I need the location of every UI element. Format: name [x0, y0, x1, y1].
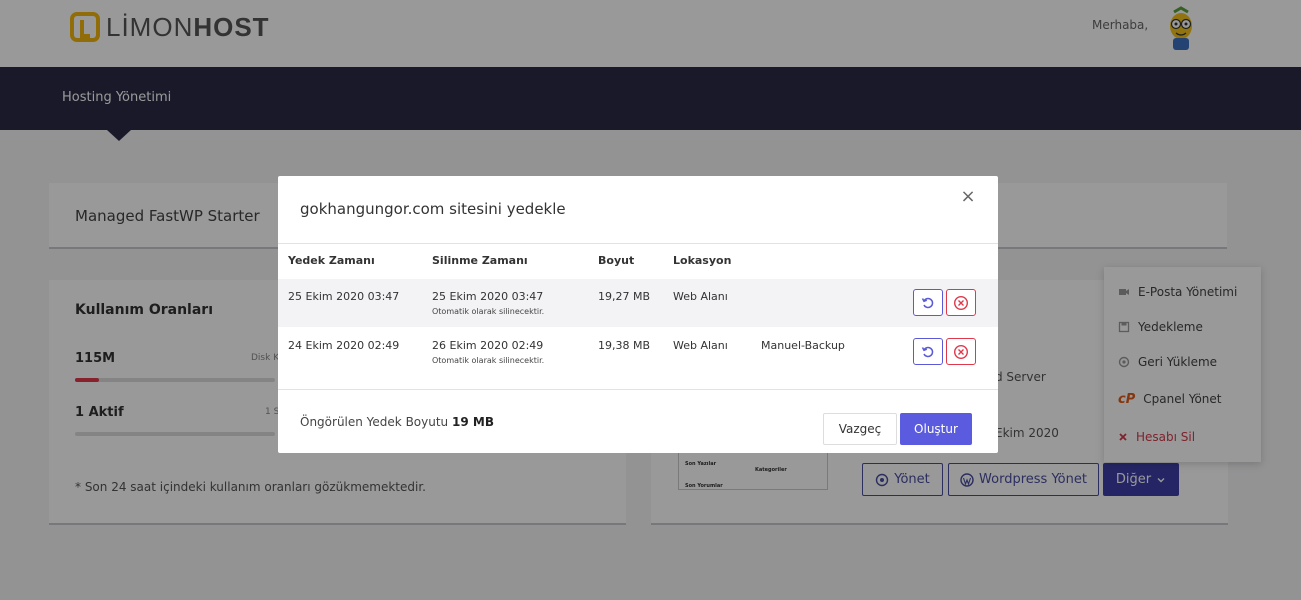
- row-delete-time: 25 Ekim 2020 03:47: [432, 290, 544, 303]
- row-size: 19,27 MB: [598, 290, 651, 303]
- col-header-delete-time: Silinme Zamanı: [432, 254, 528, 267]
- delete-backup-button[interactable]: [946, 289, 976, 316]
- row-backup-time: 24 Ekim 2020 02:49: [288, 339, 400, 352]
- row-location: Web Alanı: [673, 290, 728, 303]
- close-circle-icon: [953, 295, 969, 310]
- col-header-location: Lokasyon: [673, 254, 732, 267]
- col-header-backup-time: Yedek Zamanı: [288, 254, 375, 267]
- estimated-size-label: Öngörülen Yedek Boyutu: [300, 415, 449, 429]
- restore-backup-button[interactable]: [913, 338, 943, 365]
- row-tag: Manuel-Backup: [761, 339, 845, 352]
- modal-header-divider: [278, 243, 998, 244]
- cancel-button[interactable]: Vazgeç: [823, 413, 897, 445]
- estimated-size-value: 19 MB: [452, 415, 494, 429]
- col-header-size: Boyut: [598, 254, 635, 267]
- backup-modal: gokhangungor.com sitesini yedekle × Yede…: [278, 176, 998, 453]
- row-delete-time: 26 Ekim 2020 02:49: [432, 339, 544, 352]
- undo-icon: [921, 346, 934, 357]
- modal-footer-divider: [278, 389, 998, 390]
- row-location: Web Alanı: [673, 339, 728, 352]
- row-backup-time: 25 Ekim 2020 03:47: [288, 290, 400, 303]
- undo-icon: [921, 297, 934, 308]
- close-circle-icon: [953, 344, 969, 359]
- modal-title: gokhangungor.com sitesini yedekle: [300, 200, 566, 218]
- row-size: 19,38 MB: [598, 339, 651, 352]
- restore-backup-button[interactable]: [913, 289, 943, 316]
- table-row: 24 Ekim 2020 02:49 26 Ekim 2020 02:49 Ot…: [278, 328, 998, 376]
- close-icon[interactable]: ×: [959, 188, 977, 206]
- row-delete-note: Otomatik olarak silinecektir.: [432, 356, 545, 365]
- table-row: 25 Ekim 2020 03:47 25 Ekim 2020 03:47 Ot…: [278, 279, 998, 327]
- estimated-size-text: Öngörülen Yedek Boyutu 19 MB: [300, 415, 494, 429]
- row-delete-note: Otomatik olarak silinecektir.: [432, 307, 545, 316]
- create-backup-button[interactable]: Oluştur: [900, 413, 972, 445]
- delete-backup-button[interactable]: [946, 338, 976, 365]
